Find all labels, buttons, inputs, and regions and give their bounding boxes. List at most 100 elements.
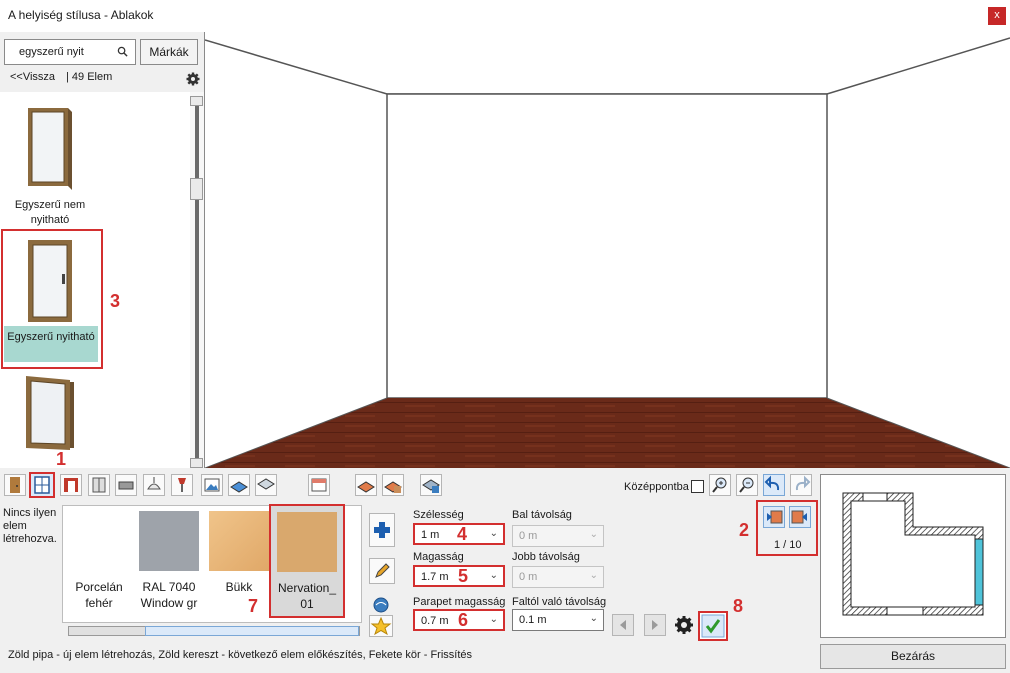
- material-strip: Porcelán fehér RAL 7040 Window gr Bükk N…: [62, 504, 362, 623]
- next-arrow-icon[interactable]: [644, 614, 666, 636]
- item-count: | 49 Elem: [66, 71, 113, 83]
- material-swatch: [139, 511, 199, 571]
- edit-pencil-icon[interactable]: [369, 558, 395, 584]
- chevron-down-icon: ⌄: [589, 570, 598, 581]
- list-item[interactable]: [0, 374, 100, 452]
- window-opening-thumbnail: [4, 234, 98, 326]
- right-distance-label: Jobb távolság: [512, 551, 580, 563]
- list-scroll-bottom[interactable]: [190, 458, 203, 468]
- material-label: RAL 7040 Window gr: [140, 580, 198, 610]
- radiator-icon[interactable]: [115, 474, 137, 496]
- room-render: [204, 32, 1010, 469]
- chevron-down-icon: ⌄: [589, 529, 598, 540]
- search-icon: [117, 46, 128, 57]
- picture-icon[interactable]: [201, 474, 223, 496]
- callout-2: 2: [739, 520, 750, 540]
- material-item[interactable]: Bükk: [205, 511, 273, 595]
- list-scroll-top[interactable]: [190, 96, 203, 106]
- callout-3: 3: [110, 291, 121, 311]
- close-button[interactable]: Bezárás: [820, 644, 1006, 669]
- settings-gear-icon[interactable]: [186, 72, 200, 86]
- catalog-list: Egyszerű nem nyitható Egyszerű nyitható: [0, 92, 190, 468]
- center-label: Középpontba: [624, 481, 689, 493]
- search-value: egyszerű nyit: [19, 46, 84, 58]
- height-value: 1.7 m: [421, 571, 449, 583]
- status-text: Zöld pipa - új elem létrehozás, Zöld ker…: [8, 649, 473, 661]
- confirm-check-button[interactable]: [698, 611, 728, 641]
- window-tilt-thumbnail: [26, 376, 74, 450]
- awning-icon[interactable]: [308, 474, 330, 496]
- redo-icon[interactable]: [790, 474, 812, 496]
- material-item[interactable]: RAL 7040 Window gr: [135, 511, 203, 611]
- door-icon[interactable]: [4, 474, 26, 496]
- material-label: Bükk: [225, 580, 253, 594]
- cabinet-icon[interactable]: [88, 474, 110, 496]
- previous-window-icon[interactable]: [763, 506, 785, 528]
- material-item-selected[interactable]: Nervation_ 01: [269, 504, 345, 618]
- chevron-down-icon: ⌄: [489, 614, 498, 625]
- window-fixed-thumbnail: [28, 108, 72, 190]
- list-item-label: Egyszerű nyitható: [7, 331, 95, 343]
- material-swatch: [209, 511, 269, 571]
- wall-distance-label: Faltól való távolság: [512, 596, 607, 608]
- floor-plan: [842, 492, 984, 616]
- zoom-in-icon[interactable]: [709, 474, 731, 496]
- wall-paint-icon[interactable]: [355, 474, 377, 496]
- search-input[interactable]: egyszerű nyit: [4, 39, 136, 65]
- material-label: Porcelán fehér: [75, 580, 123, 610]
- brands-button[interactable]: Márkák: [140, 39, 198, 65]
- list-item[interactable]: Egyszerű nem nyitható: [0, 106, 100, 228]
- close-window-button[interactable]: x: [988, 7, 1006, 25]
- width-value: 1 m: [421, 529, 440, 541]
- page-indicator: 1 / 10: [774, 539, 802, 551]
- undo-icon[interactable]: [763, 474, 785, 496]
- chevron-down-icon: ⌄: [589, 613, 598, 624]
- globe-icon[interactable]: [371, 596, 391, 617]
- ceiling-lamp-icon[interactable]: [143, 474, 165, 496]
- left-distance-select[interactable]: 0 m ⌄: [512, 525, 604, 547]
- window-title: A helyiség stílusa - Ablakok: [8, 8, 154, 22]
- empty-message: Nincs ilyen elem létrehozva.: [3, 507, 57, 545]
- right-distance-value: 0 m: [519, 571, 538, 583]
- floor-plan-preview[interactable]: [820, 474, 1006, 638]
- floor-covering-icon[interactable]: [228, 474, 250, 496]
- wall-distance-value: 0.1 m: [519, 614, 547, 626]
- width-label: Szélesség: [413, 509, 464, 521]
- sill-label: Parapet magasság: [413, 596, 506, 608]
- list-scroll-thumb[interactable]: [190, 178, 203, 200]
- next-window-icon[interactable]: [789, 506, 811, 528]
- sill-value: 0.7 m: [421, 615, 449, 627]
- chevron-down-icon: ⌄: [489, 570, 498, 581]
- callout-4: 4: [457, 524, 468, 544]
- material-scroll-thumb[interactable]: [145, 626, 359, 636]
- list-item[interactable]: Egyszerű nyitható: [4, 234, 98, 362]
- floor-lamp-icon[interactable]: [171, 474, 193, 496]
- material-label: Nervation_ 01: [277, 581, 337, 611]
- previous-arrow-icon[interactable]: [612, 614, 634, 636]
- list-scroll-rail: [195, 100, 199, 462]
- refresh-gear-icon[interactable]: [674, 615, 694, 635]
- material-swatch: [277, 512, 337, 572]
- wall-opening-icon[interactable]: [60, 474, 82, 496]
- favorite-star-icon[interactable]: [369, 615, 393, 637]
- room-settings-icon[interactable]: [420, 474, 442, 496]
- material-swatch: [69, 511, 129, 571]
- zoom-out-icon[interactable]: [736, 474, 758, 496]
- callout-1: 1: [56, 449, 67, 469]
- material-item[interactable]: Porcelán fehér: [65, 511, 133, 611]
- callout-8: 8: [733, 596, 744, 616]
- list-item-label: Egyszerű nem nyitható: [14, 199, 86, 226]
- wall-distance-select[interactable]: 0.1 m ⌄: [512, 609, 604, 631]
- right-distance-select[interactable]: 0 m ⌄: [512, 566, 604, 588]
- callout-5: 5: [458, 566, 469, 586]
- height-label: Magasság: [413, 551, 464, 563]
- ceiling-covering-icon[interactable]: [255, 474, 277, 496]
- wall-tile-icon[interactable]: [382, 474, 404, 496]
- callout-7: 7: [248, 596, 259, 616]
- back-link[interactable]: <<Vissza: [10, 71, 55, 83]
- center-checkbox[interactable]: [691, 480, 704, 493]
- window-icon[interactable]: [29, 472, 55, 498]
- add-element-button[interactable]: [369, 513, 395, 547]
- room-3d-view[interactable]: [204, 32, 1010, 469]
- left-distance-label: Bal távolság: [512, 509, 572, 521]
